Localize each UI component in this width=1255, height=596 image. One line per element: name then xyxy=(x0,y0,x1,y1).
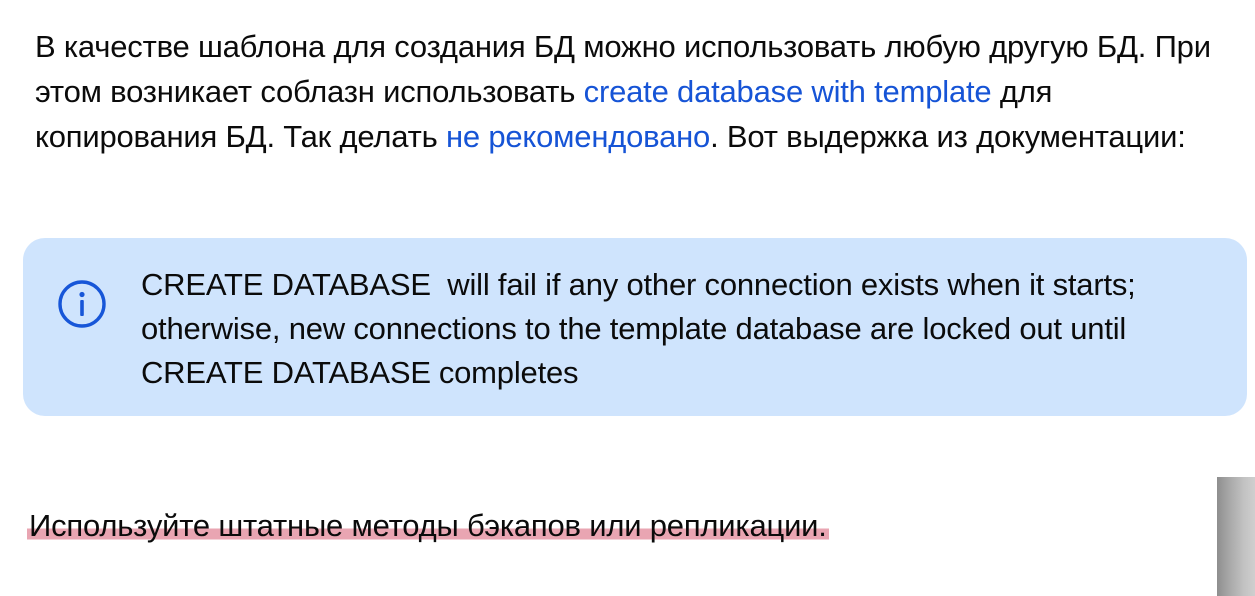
create-database-with-template-link[interactable]: create database with template xyxy=(584,74,992,109)
not-recommended-link[interactable]: не рекомендовано xyxy=(446,119,710,154)
create-database-code-2: CREATE DATABASE xyxy=(141,355,431,390)
info-callout-text-2: completes xyxy=(438,355,579,390)
intro-paragraph: В качестве шаблона для создания БД можно… xyxy=(35,24,1225,159)
create-database-code-1: CREATE DATABASE xyxy=(141,267,431,302)
highlighted-tip: Используйте штатные методы бэкапов или р… xyxy=(27,506,829,546)
intro-text-3: . Вот выдержка из документации: xyxy=(710,119,1186,154)
info-callout: CREATE DATABASE will fail if any other c… xyxy=(23,238,1247,416)
info-callout-text: CREATE DATABASE will fail if any other c… xyxy=(141,263,1231,395)
info-icon xyxy=(58,280,106,328)
side-image-edge xyxy=(1217,477,1255,596)
